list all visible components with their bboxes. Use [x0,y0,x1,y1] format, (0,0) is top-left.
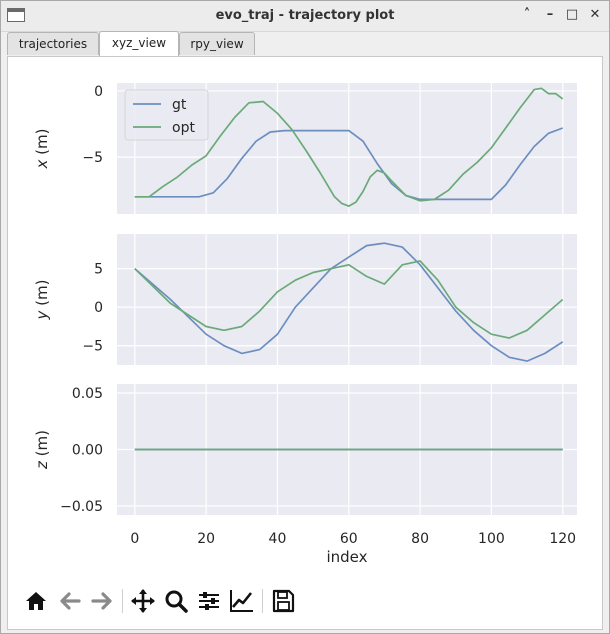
x-tick-label: 120 [549,531,576,547]
toolbar-separator [122,589,123,613]
y-tick-label: 0 [94,84,103,100]
x-tick-label: 40 [269,531,287,547]
app-window: evo_traj - trajectory plot ˄ – □ ✕ traje… [0,0,610,634]
maximize-button[interactable]: □ [564,7,580,23]
tab-xyz-view[interactable]: xyz_view [99,31,179,56]
edit-axis-icon [230,590,253,612]
tab-rpy-view[interactable]: rpy_view [179,32,255,55]
subplots-button[interactable] [195,587,223,615]
window-title: evo_traj - trajectory plot [215,8,395,23]
x-tick-label: 80 [411,531,429,547]
close-button[interactable]: ✕ [587,7,603,23]
toolbar-separator [262,589,263,613]
y-axis-label: y (m) [33,280,51,321]
zoom-button[interactable] [162,587,190,615]
navigation-toolbar [8,575,602,629]
y-tick-label: −0.05 [60,499,103,515]
y-tick-label: 0.05 [72,386,103,402]
shade-button[interactable]: ˄ [519,7,535,23]
pan-icon [131,589,155,613]
legend-label-gt: gt [172,97,187,113]
y-tick-label: 5 [94,262,103,278]
home-button[interactable] [22,587,50,615]
home-icon [26,592,46,610]
title-bar[interactable]: evo_traj - trajectory plot ˄ – □ ✕ [1,1,609,32]
tab-content: 0 −5 x (m) gt opt 5 0 −5 y (m) 0.05 0.00 −0.05 z (m)… [7,56,603,630]
y-tick-label: 0.00 [72,443,103,459]
pan-button[interactable] [129,587,157,615]
x-tick-label: 0 [130,531,139,547]
y-tick-label: −5 [82,150,103,166]
y-axis-label: x (m) [33,129,51,170]
legend-label-opt: opt [172,120,195,136]
forward-arrow-icon [91,592,112,610]
save-button[interactable] [269,587,297,615]
legend-box [124,89,209,141]
minimize-button[interactable]: – [542,7,558,23]
subplots-config-icon [199,592,219,610]
x-axis-label: index [326,548,367,566]
y-axis-label: z (m) [33,430,51,470]
plot-figure[interactable]: 0 −5 x (m) gt opt 5 0 −5 y (m) 0.05 0.00 −0.05 z (m)… [8,57,602,575]
back-arrow-icon [60,592,81,610]
x-tick-label: 20 [197,531,215,547]
forward-button[interactable] [88,587,116,615]
tab-trajectories[interactable]: trajectories [7,32,99,55]
edit-axis-button[interactable] [228,587,256,615]
save-icon [272,589,295,613]
x-tick-label: 60 [340,531,358,547]
x-tick-label: 100 [478,531,505,547]
y-tick-label: −5 [82,339,103,355]
plot-canvas[interactable]: 0 −5 x (m) gt opt 5 0 −5 y (m) 0.05 0.00 −0.05 z (m)… [8,57,602,575]
back-button[interactable] [56,587,84,615]
zoom-icon [165,590,188,613]
y-tick-label: 0 [94,300,103,316]
